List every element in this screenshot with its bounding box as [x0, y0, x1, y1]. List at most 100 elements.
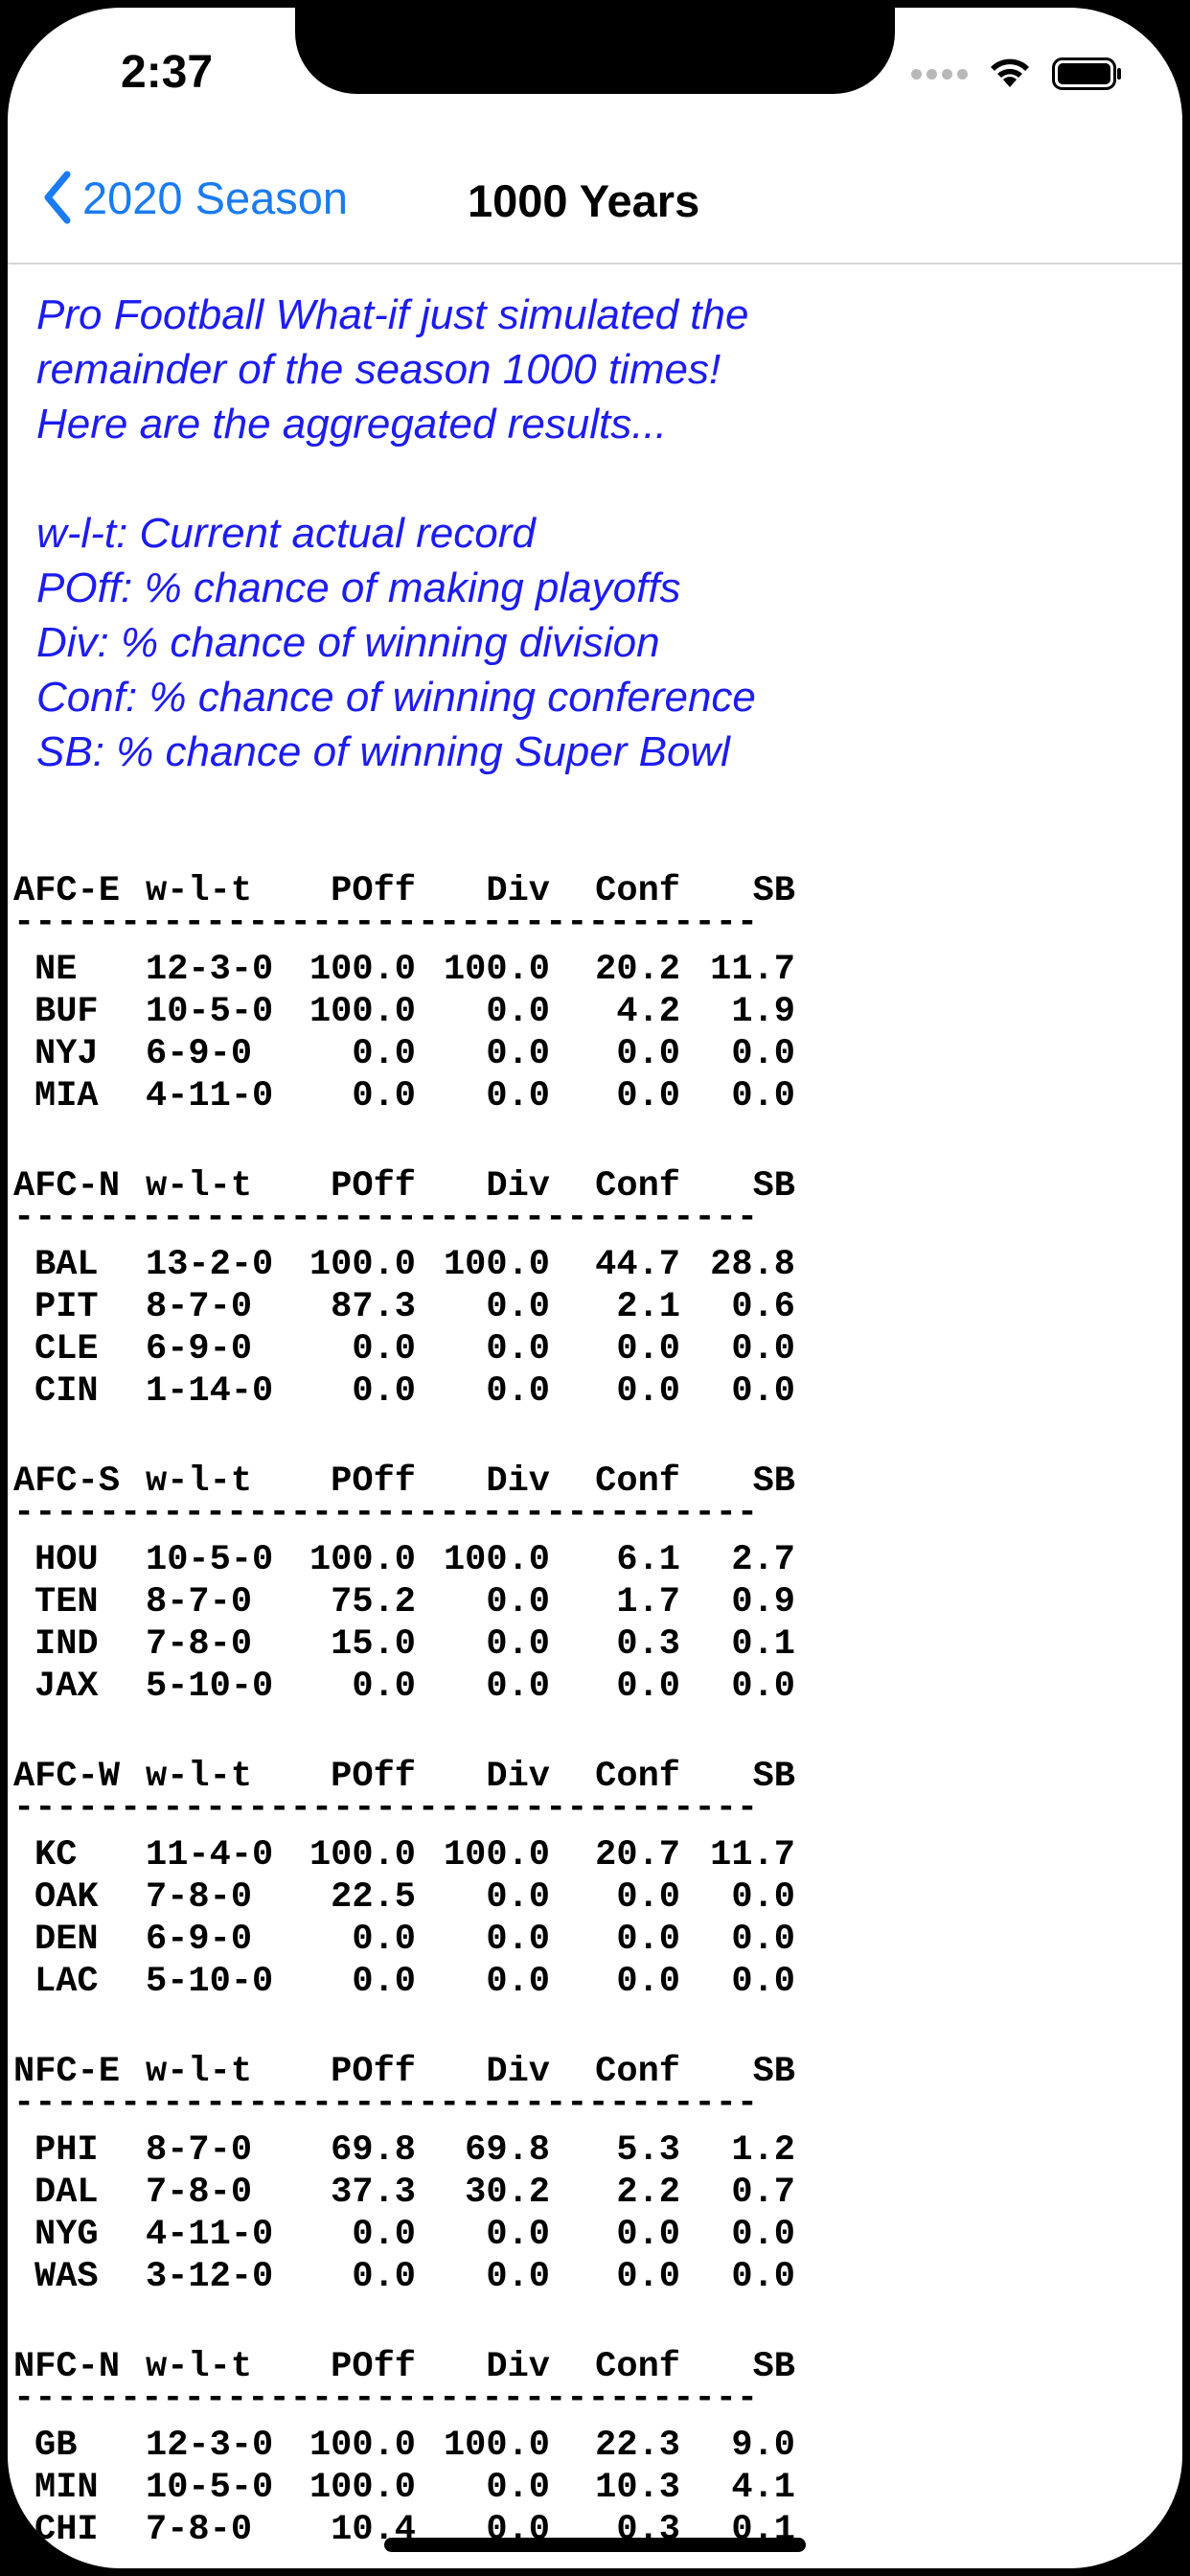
playoff-pct: 0.0: [352, 1076, 416, 1116]
playoff-pct: 0.0: [352, 1034, 416, 1074]
intro-line: remainder of the season 1000 times!: [36, 346, 721, 393]
table-row: MIN 10-5-0 100.0 0.0 10.3 4.1: [13, 2467, 795, 2509]
column-header-conf: Conf: [595, 2347, 680, 2387]
column-header-sb: SB: [752, 2347, 795, 2387]
home-indicator[interactable]: [384, 2538, 806, 2552]
table-row: HOU 10-5-0 100.0 100.0 6.1 2.7: [13, 1539, 795, 1581]
navigation-bar: 2020 Season 1000 Years: [8, 142, 1182, 264]
playoff-pct: 100.0: [309, 1835, 416, 1875]
intro-line: Here are the aggregated results...: [36, 401, 667, 448]
team-record: 7-8-0: [146, 1877, 253, 1918]
table-row: JAX 5-10-0 0.0 0.0 0.0 0.0: [13, 1666, 795, 1708]
team-abbr: NYG: [34, 2215, 99, 2255]
legend-line: Conf: % chance of winning conference: [36, 674, 756, 721]
team-abbr: LAC: [34, 1962, 99, 2002]
superbowl-pct: 0.0: [731, 1962, 795, 2002]
column-header-sb: SB: [752, 871, 795, 911]
cellular-signal-icon: [911, 68, 968, 80]
table-separator: -----------------------------------: [13, 1208, 759, 1238]
division-pct: 0.0: [486, 1667, 550, 1707]
division-pct: 0.0: [486, 2257, 550, 2297]
division-header-row: AFC-W w-l-t POff Div Conf SB: [13, 1756, 795, 1798]
table-row: DEN 6-9-0 0.0 0.0 0.0 0.0: [13, 1919, 795, 1961]
division-pct: 0.0: [486, 1877, 550, 1918]
playoff-pct: 0.0: [352, 1920, 416, 1960]
device-notch: [295, 8, 895, 94]
column-header-poff: POff: [331, 1461, 416, 1502]
division-table: NFC-N w-l-t POff Div Conf SB -----------------…: [13, 2346, 795, 2568]
column-header-sb: SB: [752, 1166, 795, 1207]
table-separator: -----------------------------------: [13, 1503, 759, 1533]
wifi-icon: [991, 58, 1029, 87]
table-row: NE 12-3-0 100.0 100.0 20.2 11.7: [13, 949, 795, 991]
table-row: PHI 8-7-0 69.8 69.8 5.3 1.2: [13, 2129, 795, 2172]
superbowl-pct: 0.7: [731, 2173, 795, 2213]
table-row: KC 11-4-0 100.0 100.0 20.7 11.7: [13, 1834, 795, 1876]
team-record: 5-10-0: [146, 1962, 274, 2002]
column-header-conf: Conf: [595, 1757, 680, 1797]
team-record: 13-2-0: [146, 1245, 274, 1285]
team-record: 7-8-0: [146, 2510, 253, 2550]
conference-pct: 0.0: [616, 1667, 680, 1707]
superbowl-pct: 0.0: [731, 2215, 795, 2255]
battery-icon: [1052, 58, 1121, 90]
playoff-pct: 75.2: [331, 1582, 416, 1622]
playoff-pct: 15.0: [331, 1624, 416, 1665]
superbowl-pct: 28.8: [710, 1245, 795, 1285]
playoff-pct: 100.0: [309, 992, 416, 1032]
playoff-pct: 69.8: [331, 2130, 416, 2171]
column-header-poff: POff: [331, 2347, 416, 2387]
conference-pct: 0.0: [616, 1034, 680, 1074]
table-row: GB 12-3-0 100.0 100.0 22.3 9.0: [13, 2425, 795, 2467]
division-header-row: NFC-N w-l-t POff Div Conf SB: [13, 2346, 795, 2388]
intro-text: Pro Football What-if just simulated the …: [36, 288, 1167, 779]
playoff-pct: 100.0: [309, 2426, 416, 2466]
team-abbr: MIA: [34, 1076, 99, 1116]
division-pct: 0.0: [486, 992, 550, 1032]
chevron-left-icon: [44, 171, 71, 224]
division-pct: 0.0: [486, 1076, 550, 1116]
division-pct: 0.0: [486, 1962, 550, 2002]
team-record: 7-8-0: [146, 2173, 253, 2213]
table-row: WAS 3-12-0 0.0 0.0 0.0 0.0: [13, 2256, 795, 2298]
team-abbr: NYJ: [34, 1034, 99, 1074]
division-pct: 100.0: [443, 2426, 550, 2466]
column-header-conf: Conf: [595, 2052, 680, 2092]
superbowl-pct: 4.1: [731, 2468, 795, 2508]
team-abbr: PIT: [34, 1287, 99, 1327]
team-record: 8-7-0: [146, 1287, 253, 1327]
playoff-pct: 22.5: [331, 1877, 416, 1918]
table-separator: -----------------------------------: [13, 2388, 759, 2419]
column-header-div: Div: [486, 1461, 550, 1502]
division-table: NFC-E w-l-t POff Div Conf SB -----------------…: [13, 2051, 795, 2346]
conference-pct: 5.3: [616, 2130, 680, 2171]
playoff-pct: 0.0: [352, 1371, 416, 1412]
superbowl-pct: 0.9: [731, 1582, 795, 1622]
table-row: OAK 7-8-0 22.5 0.0 0.0 0.0: [13, 1876, 795, 1919]
superbowl-pct: 0.0: [731, 1034, 795, 1074]
team-record: 12-3-0: [146, 950, 274, 990]
team-abbr: CHI: [34, 2510, 99, 2550]
playoff-pct: 100.0: [309, 2468, 416, 2508]
table-row: CLE 6-9-0 0.0 0.0 0.0 0.0: [13, 1328, 795, 1370]
division-pct: 0.0: [486, 2468, 550, 2508]
back-button[interactable]: 2020 Season: [40, 169, 348, 226]
division-table: AFC-E w-l-t POff Div Conf SB -----------------…: [13, 870, 795, 1165]
team-abbr: WAS: [34, 2257, 99, 2297]
column-header-record: w-l-t: [146, 2347, 253, 2387]
division-pct: 69.8: [465, 2130, 550, 2171]
team-record: 10-5-0: [146, 2468, 274, 2508]
division-pct: 0.0: [486, 1371, 550, 1412]
playoff-pct: 100.0: [309, 1540, 416, 1580]
team-abbr: DEN: [34, 1920, 99, 1960]
team-record: 5-10-0: [146, 1667, 274, 1707]
playoff-pct: 0.0: [352, 1667, 416, 1707]
column-header-div: Div: [486, 2347, 550, 2387]
column-header-sb: SB: [752, 2052, 795, 2092]
playoff-pct: 37.3: [331, 2173, 416, 2213]
conference-pct: 0.0: [616, 1877, 680, 1918]
column-header-div: Div: [486, 1757, 550, 1797]
team-abbr: KC: [34, 1835, 78, 1875]
team-abbr: IND: [34, 1624, 99, 1665]
division-name: AFC-N: [13, 1166, 121, 1207]
